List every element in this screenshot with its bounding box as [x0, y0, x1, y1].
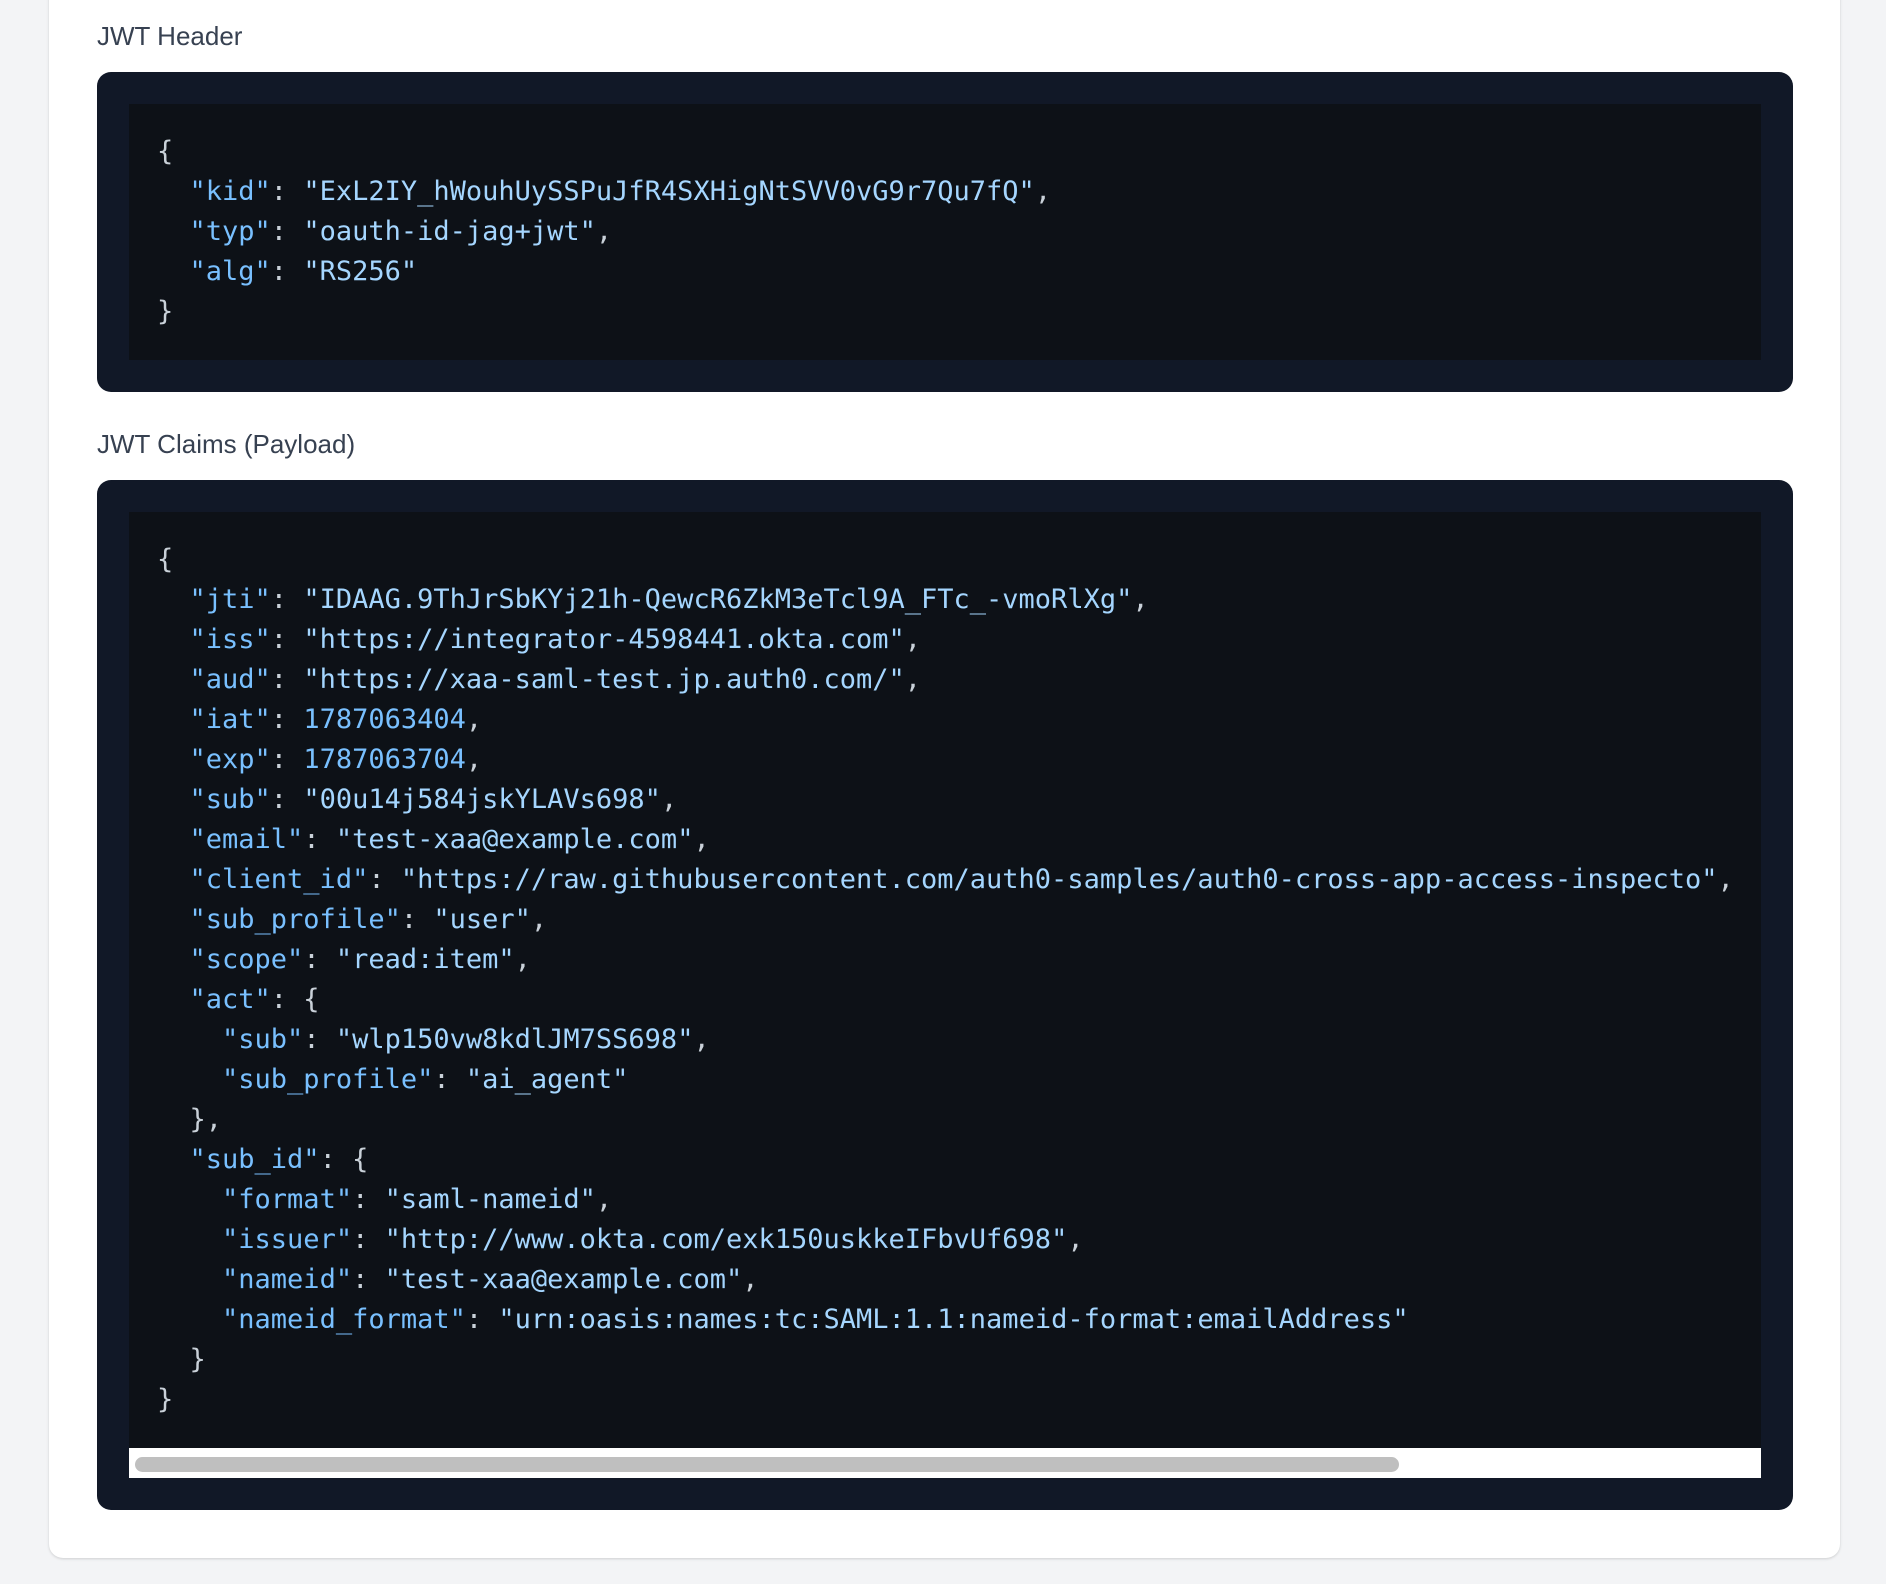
claims-key-scope: "scope"	[189, 944, 304, 975]
claims-value-format: "saml-nameid"	[384, 1184, 596, 1215]
claims-key-sub: "sub"	[222, 1024, 304, 1055]
claims-value-sub_profile: "user"	[433, 904, 531, 935]
claims-value-issuer: "http://www.okta.com/exk150uskkeIFbvUf69…	[384, 1224, 1068, 1255]
claims-value-aud: "https://xaa-saml-test.jp.auth0.com/"	[303, 664, 905, 695]
jwt-claims-code-block[interactable]: { "jti": "IDAAG.9ThJrSbKYj21h-QewcR6ZkM3…	[129, 512, 1761, 1478]
claims-key-email: "email"	[189, 824, 304, 855]
header-key-alg: "alg"	[189, 256, 271, 287]
claims-key-sub_id: "sub_id"	[189, 1144, 320, 1175]
claims-value-jti: "IDAAG.9ThJrSbKYj21h-QewcR6ZkM3eTcl9A_FT…	[303, 584, 1133, 615]
claims-value-nameid_format: "urn:oasis:names:tc:SAML:1.1:nameid-form…	[498, 1304, 1409, 1335]
claims-key-act: "act"	[189, 984, 271, 1015]
header-value-alg: "RS256"	[303, 256, 418, 287]
claims-value-iss: "https://integrator-4598441.okta.com"	[303, 624, 905, 655]
claims-value-nameid: "test-xaa@example.com"	[384, 1264, 743, 1295]
jwt-header-label: JWT Header	[97, 21, 243, 51]
jwt-header-code-frame: { "kid": "ExL2IY_hWouhUySSPuJfR4SXHigNtS…	[97, 72, 1793, 392]
jwt-header-code-block: { "kid": "ExL2IY_hWouhUySSPuJfR4SXHigNtS…	[129, 104, 1761, 360]
jwt-claims-code-frame: { "jti": "IDAAG.9ThJrSbKYj21h-QewcR6ZkM3…	[97, 480, 1793, 1510]
claims-key-nameid_format: "nameid_format"	[222, 1304, 466, 1335]
header-value-typ: "oauth-id-jag+jwt"	[303, 216, 596, 247]
claims-value-scope: "read:item"	[335, 944, 515, 975]
claims-value-client_id: "https://raw.githubusercontent.com/auth0…	[400, 864, 1718, 895]
claims-key-exp: "exp"	[189, 744, 271, 775]
claims-value-exp: 1787063704	[303, 744, 466, 775]
header-value-kid: "ExL2IY_hWouhUySSPuJfR4SXHigNtSVV0vG9r7Q…	[303, 176, 1035, 207]
header-key-kid: "kid"	[189, 176, 271, 207]
scrollbar-thumb[interactable]	[135, 1457, 1399, 1472]
claims-key-jti: "jti"	[189, 584, 271, 615]
jwt-claims-json: { "jti": "IDAAG.9ThJrSbKYj21h-QewcR6ZkM3…	[157, 544, 1734, 1415]
claims-key-aud: "aud"	[189, 664, 271, 695]
jwt-claims-label: JWT Claims (Payload)	[97, 429, 356, 459]
claims-key-sub: "sub"	[189, 784, 271, 815]
claims-value-sub: "wlp150vw8kdlJM7SS698"	[335, 1024, 694, 1055]
claims-key-sub_profile: "sub_profile"	[222, 1064, 434, 1095]
claims-key-format: "format"	[222, 1184, 353, 1215]
claims-key-nameid: "nameid"	[222, 1264, 353, 1295]
claims-value-sub_profile: "ai_agent"	[465, 1064, 629, 1095]
claims-key-client_id: "client_id"	[189, 864, 369, 895]
claims-value-iat: 1787063404	[303, 704, 466, 735]
header-key-typ: "typ"	[189, 216, 271, 247]
claims-value-email: "test-xaa@example.com"	[335, 824, 694, 855]
claims-key-iat: "iat"	[189, 704, 271, 735]
claims-key-sub_profile: "sub_profile"	[189, 904, 401, 935]
claims-key-issuer: "issuer"	[222, 1224, 353, 1255]
claims-key-iss: "iss"	[189, 624, 271, 655]
claims-value-sub: "00u14j584jskYLAVs698"	[303, 784, 661, 815]
jwt-header-json: { "kid": "ExL2IY_hWouhUySSPuJfR4SXHigNtS…	[157, 136, 1052, 327]
horizontal-scrollbar[interactable]	[129, 1448, 1761, 1478]
